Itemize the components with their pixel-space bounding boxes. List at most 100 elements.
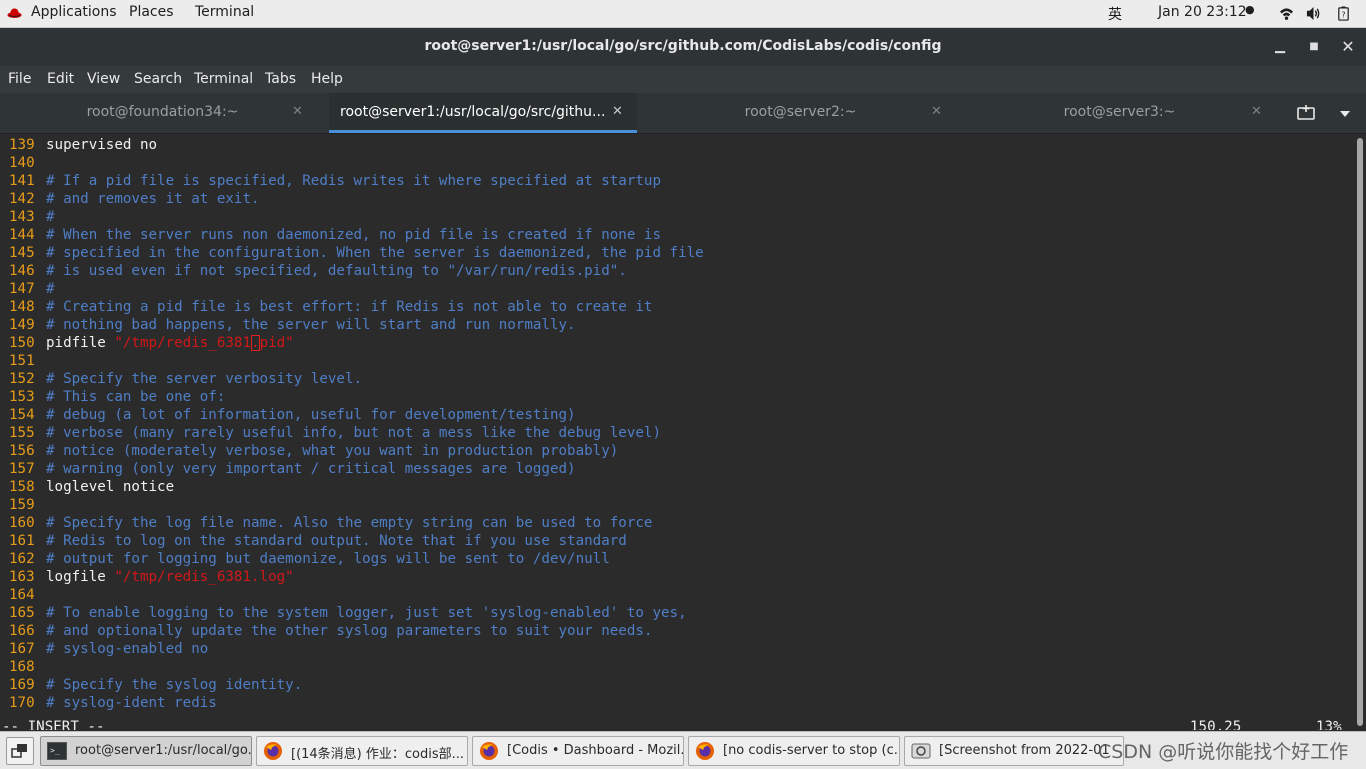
minimize-icon[interactable]: ▁ (1271, 38, 1289, 56)
comment-text: # output for logging but daemonize, logs… (46, 551, 610, 567)
comment-text: # is used even if not specified, default… (46, 263, 627, 279)
tab-server3[interactable]: root@server3:~ ✕ (957, 93, 1275, 133)
line-number: 156 (9, 443, 35, 459)
tab-close-icon[interactable]: ✕ (931, 104, 942, 119)
places-menu[interactable]: Places (129, 4, 174, 20)
tab-close-icon[interactable]: ✕ (612, 104, 623, 119)
tab-menu-chevron-down-icon[interactable] (1339, 110, 1351, 118)
line-number: 149 (9, 317, 35, 333)
gnome-top-bar: Applications Places Terminal 英 Jan 20 23… (0, 0, 1366, 28)
vim-status-line: -- INSERT -- 150,25 13% (0, 718, 1354, 730)
taskbar-item-firefox-codis-server[interactable]: [no codis-server to stop (c... (688, 736, 900, 766)
line-number: 157 (9, 461, 35, 477)
tab-label: root@server1:/usr/local/go/src/githu... (340, 104, 606, 120)
taskbar-item-label: [no codis-server to stop (c... (723, 743, 900, 758)
menu-help[interactable]: Help (311, 71, 343, 87)
line-number: 155 (9, 425, 35, 441)
editor-line: 168 (0, 658, 704, 676)
close-icon[interactable]: ✕ (1339, 38, 1357, 56)
input-method-indicator[interactable]: 英 (1108, 4, 1122, 24)
line-number: 160 (9, 515, 35, 531)
line-number: 143 (9, 209, 35, 225)
line-number: 170 (9, 695, 35, 711)
tab-server1[interactable]: root@server1:/usr/local/go/src/githu... … (329, 93, 637, 133)
editor-line: 144 # When the server runs non daemonized… (0, 226, 704, 244)
text-cursor: . (251, 335, 260, 351)
editor-line: 164 (0, 586, 704, 604)
scrollbar-thumb[interactable] (1357, 138, 1363, 726)
menu-search[interactable]: Search (134, 71, 182, 87)
menu-edit[interactable]: Edit (47, 71, 74, 87)
config-key: pidfile (46, 335, 115, 351)
menu-tabs[interactable]: Tabs (265, 71, 296, 87)
terminal-scrollbar[interactable] (1354, 134, 1366, 730)
taskbar-item-firefox-dashboard[interactable]: [Codis • Dashboard - Mozil... (472, 736, 684, 766)
firefox-icon (264, 742, 282, 760)
status-cursor-position: 150,25 (1190, 719, 1242, 730)
menu-terminal[interactable]: Terminal (194, 71, 253, 87)
tab-foundation34[interactable]: root@foundation34:~ ✕ (0, 93, 318, 133)
line-number: 148 (9, 299, 35, 315)
comment-text: # syslog-ident redis (46, 695, 217, 711)
comment-text: # and optionally update the other syslog… (46, 623, 653, 639)
redhat-icon (7, 8, 22, 18)
tab-close-icon[interactable]: ✕ (1251, 104, 1262, 119)
tab-server2[interactable]: root@server2:~ ✕ (638, 93, 956, 133)
comment-text: # Specify the log file name. Also the em… (46, 515, 653, 531)
tab-label: root@server2:~ (744, 104, 857, 120)
editor-line: 155 # verbose (many rarely useful info, b… (0, 424, 704, 442)
line-number: 139 (9, 137, 35, 153)
taskbar-item-firefox-csdn[interactable]: [(14条消息) 作业：codis部... (256, 736, 468, 766)
editor-line: 142 # and removes it at exit. (0, 190, 704, 208)
volume-icon[interactable] (1306, 6, 1321, 21)
editor-line: 170 # syslog-ident redis (0, 694, 704, 712)
editor-line: 145 # specified in the configuration. Whe… (0, 244, 704, 262)
editor-line: 152 # Specify the server verbosity level. (0, 370, 704, 388)
line-number: 162 (9, 551, 35, 567)
window-titlebar[interactable]: root@server1:/usr/local/go/src/github.co… (0, 28, 1366, 66)
editor-line: 160 # Specify the log file name. Also the… (0, 514, 704, 532)
status-mode: -- INSERT -- (2, 719, 105, 730)
comment-text: # Redis to log on the standard output. N… (46, 533, 627, 549)
tab-close-icon[interactable]: ✕ (292, 104, 303, 119)
menu-view[interactable]: View (87, 71, 120, 87)
tab-label: root@server3:~ (1063, 104, 1176, 120)
comment-text: # This can be one of: (46, 389, 226, 405)
line-number: 153 (9, 389, 35, 405)
config-key: logfile (46, 569, 115, 585)
taskbar-item-label: [(14条消息) 作业：codis部... (291, 747, 465, 762)
taskbar-item-label: [Codis • Dashboard - Mozil... (507, 743, 684, 758)
comment-text: # debug (a lot of information, useful fo… (46, 407, 576, 423)
line-number: 151 (9, 353, 35, 369)
comment-text: # Specify the syslog identity. (46, 677, 303, 693)
config-string: "/tmp/redis_6381.log" (114, 569, 294, 585)
firefox-icon (696, 742, 714, 760)
terminal-app-menu[interactable]: Terminal (195, 4, 254, 20)
editor-line: 157 # warning (only very important / crit… (0, 460, 704, 478)
comment-text: # notice (moderately verbose, what you w… (46, 443, 619, 459)
csdn-watermark: CSDN @听说你能找个好工作 (1098, 741, 1349, 763)
comment-text: # specified in the configuration. When t… (46, 245, 704, 261)
editor-line: 154 # debug (a lot of information, useful… (0, 406, 704, 424)
line-number: 140 (9, 155, 35, 171)
editor-line: 165 # To enable logging to the system log… (0, 604, 704, 622)
new-tab-icon[interactable] (1296, 104, 1316, 122)
maximize-icon[interactable]: ■ (1305, 38, 1323, 56)
line-number: 152 (9, 371, 35, 387)
editor-line: 139 supervised no (0, 136, 704, 154)
line-number: 161 (9, 533, 35, 549)
wifi-icon[interactable] (1279, 6, 1294, 21)
comment-text: # warning (only very important / critica… (46, 461, 576, 477)
show-desktop-button[interactable] (6, 737, 34, 765)
power-icon[interactable]: ? (1336, 6, 1351, 21)
editor-line: 162 # output for logging but daemonize, l… (0, 550, 704, 568)
menu-file[interactable]: File (8, 71, 31, 87)
taskbar-item-terminal[interactable]: >_ root@server1:/usr/local/go... (40, 736, 252, 766)
terminal-area[interactable]: 139 supervised no 140 141 # If a pid file is… (0, 134, 1354, 730)
editor-line: 148 # Creating a pid file is best effort:… (0, 298, 704, 316)
applications-menu[interactable]: Applications (31, 4, 117, 20)
line-number: 158 (9, 479, 35, 495)
taskbar-item-screenshot[interactable]: [Screenshot from 2022-01 (904, 736, 1124, 766)
clock[interactable]: Jan 20 23:12 (1158, 4, 1247, 20)
editor-line: 143 # (0, 208, 704, 226)
